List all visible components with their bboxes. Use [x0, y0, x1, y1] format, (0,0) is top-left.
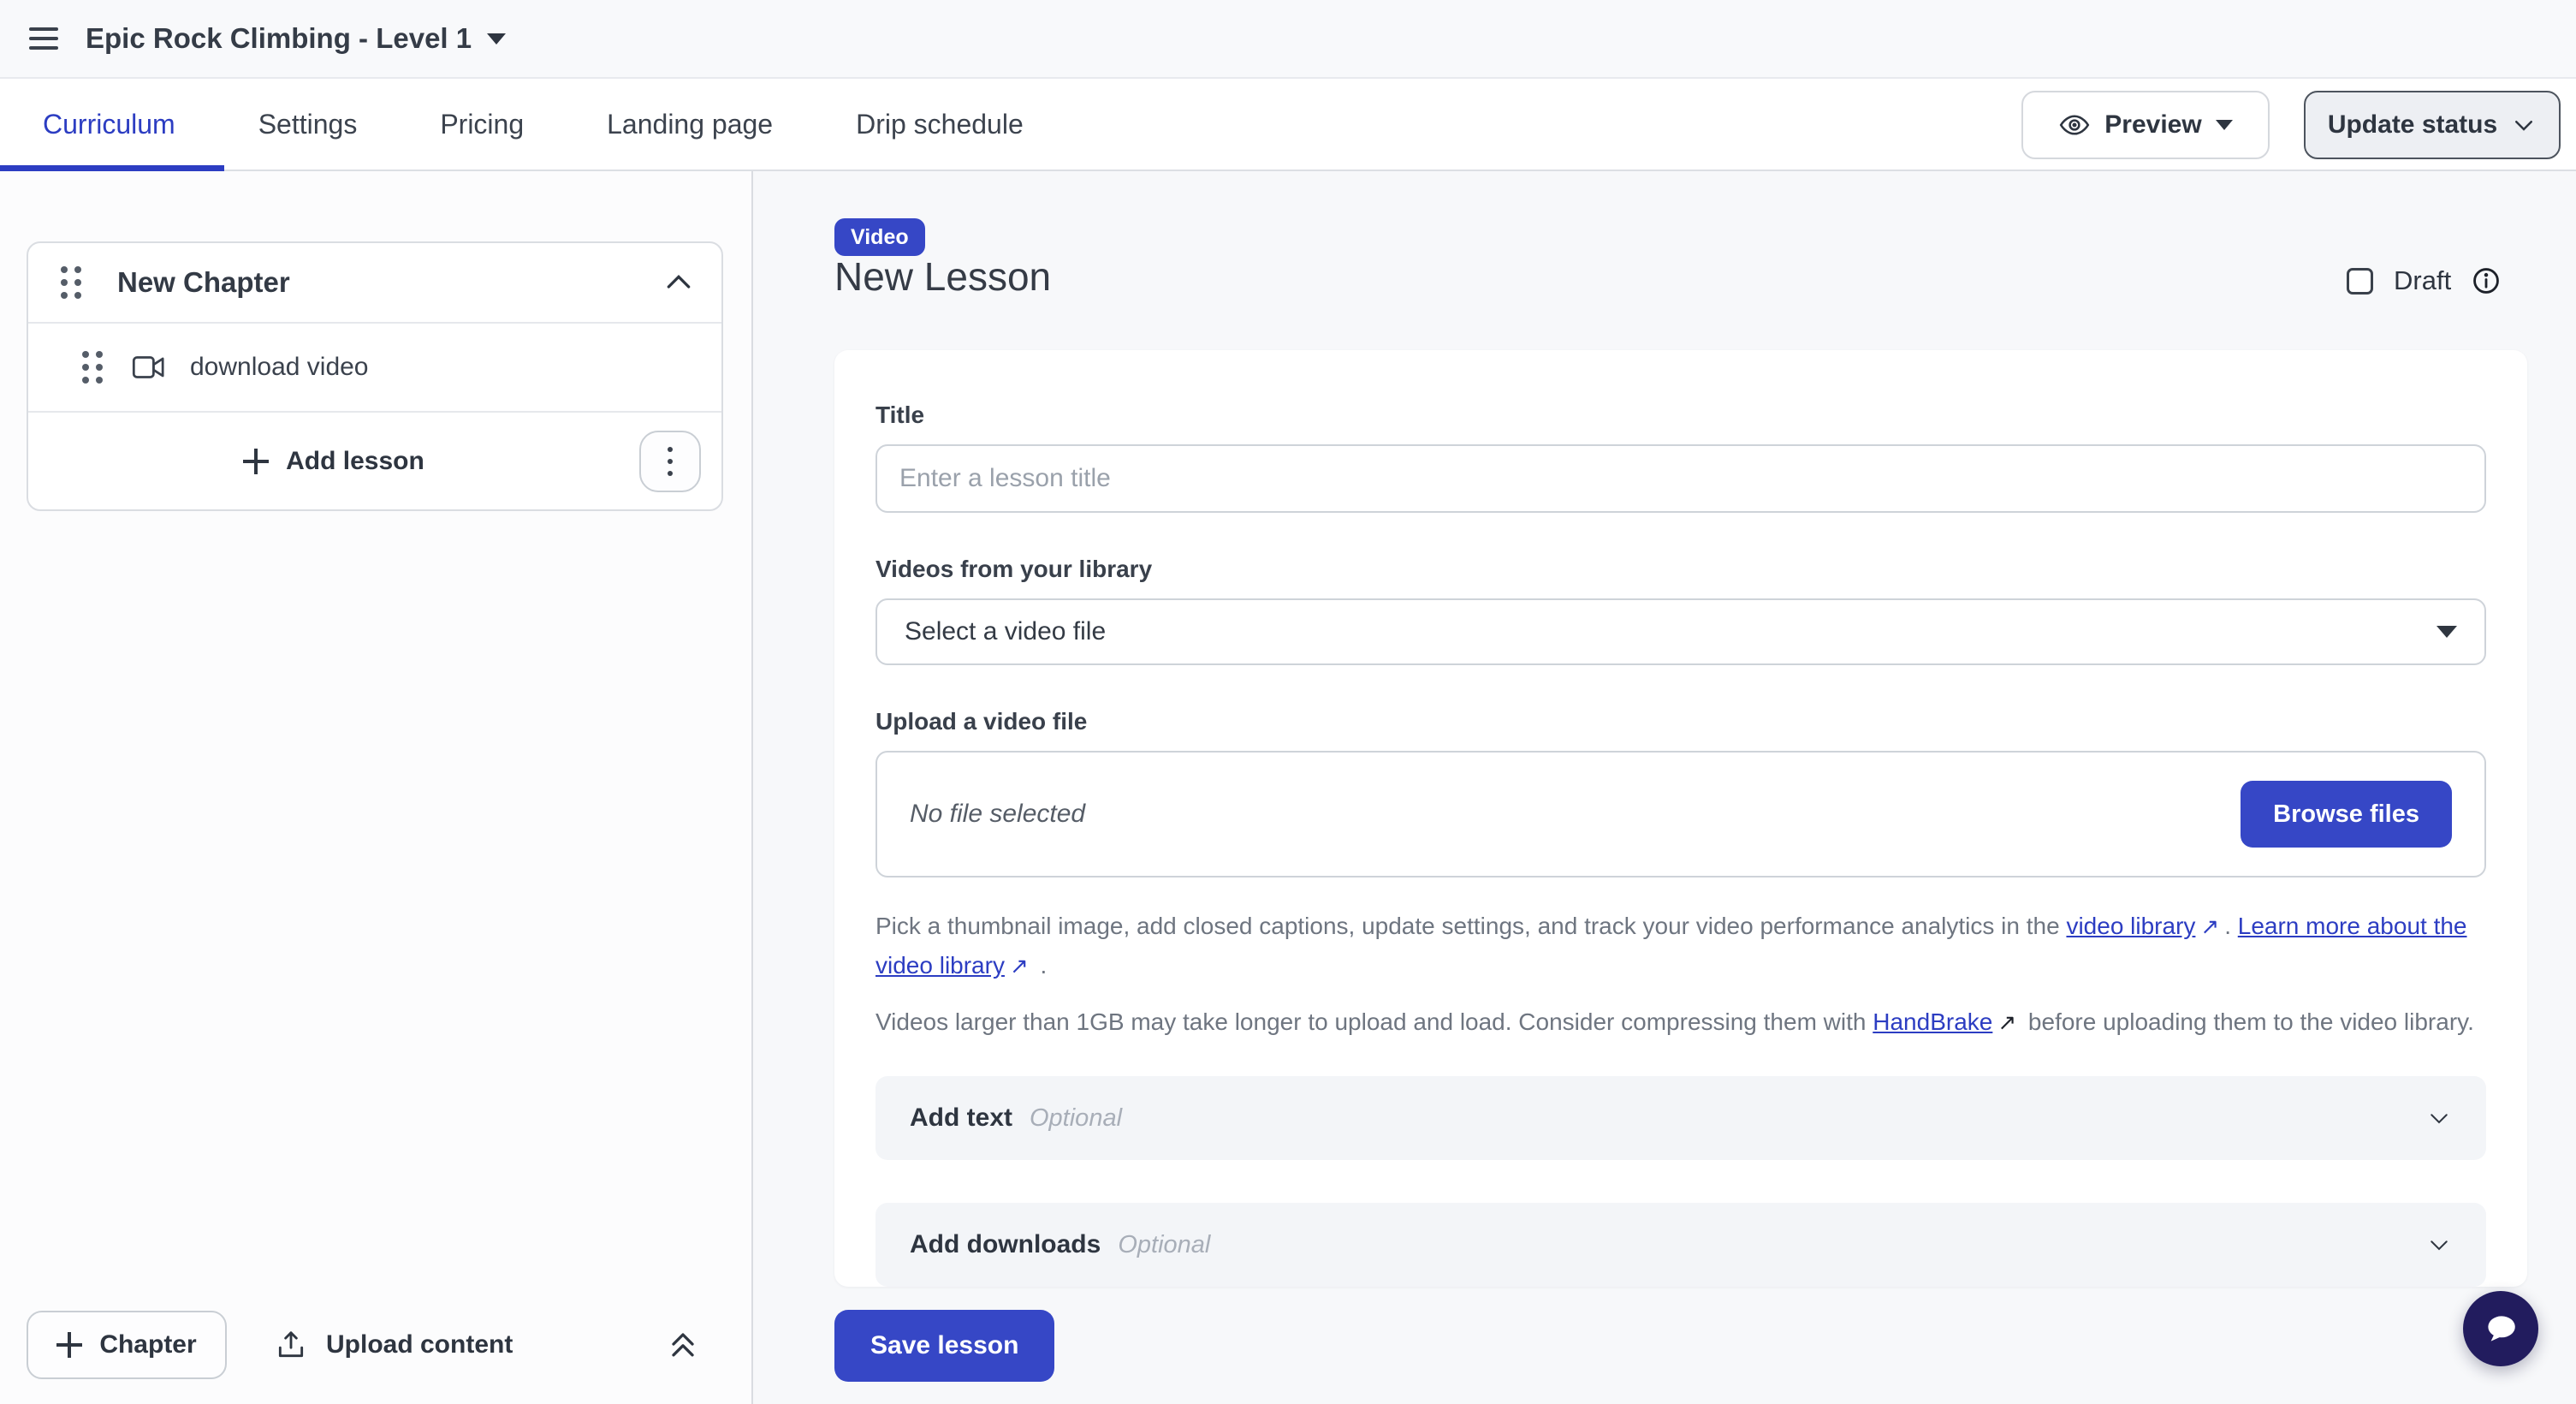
update-status-button-label: Update status — [2328, 110, 2497, 140]
eye-icon — [2058, 109, 2091, 141]
add-chapter-button[interactable]: Chapter — [27, 1311, 227, 1379]
caret-down-icon — [2216, 120, 2233, 130]
active-tab-underline — [0, 165, 224, 171]
lesson-title: download video — [190, 353, 369, 382]
lesson-editor: Video New Lesson Draft Title Videos from… — [753, 171, 2576, 1404]
course-title-label: Epic Rock Climbing - Level 1 — [86, 22, 472, 55]
caret-down-icon — [2437, 626, 2457, 638]
tab-pricing[interactable]: Pricing — [440, 109, 524, 140]
tab-list: Curriculum Settings Pricing Landing page… — [43, 79, 1024, 170]
chevron-down-icon — [2426, 1105, 2452, 1131]
update-status-button[interactable]: Update status — [2304, 91, 2561, 159]
lesson-form-card: Title Videos from your library Select a … — [834, 350, 2527, 1287]
add-lesson-label: Add lesson — [286, 447, 424, 476]
external-link-icon: ↗ — [1005, 953, 1034, 979]
add-downloads-label: Add downloads — [910, 1230, 1101, 1259]
help-text-segment: . — [1034, 952, 1048, 979]
lesson-title-input[interactable] — [875, 444, 2486, 513]
add-lesson-row: Add lesson — [28, 413, 721, 509]
upload-icon — [275, 1328, 307, 1362]
chevron-down-icon — [2426, 1232, 2452, 1258]
tab-landing-page[interactable]: Landing page — [607, 109, 773, 140]
title-field-label: Title — [875, 402, 2486, 429]
plus-icon — [56, 1332, 82, 1358]
tab-curriculum[interactable]: Curriculum — [43, 109, 175, 140]
tab-settings[interactable]: Settings — [258, 109, 358, 140]
hamburger-menu-icon[interactable] — [29, 27, 58, 50]
chat-bubble-icon — [2478, 1306, 2523, 1351]
video-camera-icon — [132, 354, 166, 381]
tabbar: Curriculum Settings Pricing Landing page… — [0, 79, 2576, 171]
upload-field-label: Upload a video file — [875, 708, 2486, 735]
plus-icon — [243, 449, 269, 474]
optional-badge: Optional — [1030, 1104, 1122, 1133]
add-text-label: Add text — [910, 1104, 1012, 1133]
sidebar-footer: Chapter Upload content — [0, 1309, 751, 1381]
help-text-segment: Videos larger than 1GB may take longer t… — [875, 1008, 1873, 1035]
compression-help-text: Videos larger than 1GB may take longer t… — [875, 1002, 2486, 1042]
video-library-select-value: Select a video file — [905, 617, 1106, 646]
chapter-header[interactable]: New Chapter — [28, 243, 721, 322]
drag-handle-icon[interactable] — [61, 266, 81, 299]
add-downloads-accordion[interactable]: Add downloads Optional — [875, 1203, 2486, 1287]
chevron-down-icon — [2511, 112, 2537, 138]
save-lesson-button[interactable]: Save lesson — [834, 1310, 1054, 1382]
course-title-dropdown[interactable]: Epic Rock Climbing - Level 1 — [86, 22, 506, 55]
chapter-title: New Chapter — [117, 266, 662, 299]
help-text-segment: Pick a thumbnail image, add closed capti… — [875, 913, 2066, 939]
preview-button-label: Preview — [2104, 110, 2201, 140]
draft-checkbox[interactable] — [2347, 268, 2373, 294]
info-icon[interactable] — [2472, 266, 2501, 295]
page-title: New Lesson — [834, 253, 1051, 300]
curriculum-sidebar: New Chapter download video Add lesson — [0, 171, 753, 1404]
topbar: Epic Rock Climbing - Level 1 — [0, 0, 2576, 79]
add-text-accordion[interactable]: Add text Optional — [875, 1076, 2486, 1160]
video-library-help-text: Pick a thumbnail image, add closed capti… — [875, 907, 2486, 985]
upload-dropzone[interactable]: No file selected Browse files — [875, 751, 2486, 878]
collapse-all-icon[interactable] — [664, 1324, 702, 1364]
add-chapter-label: Chapter — [99, 1330, 196, 1359]
chevron-up-icon[interactable] — [662, 265, 696, 300]
lesson-row[interactable]: download video — [28, 324, 721, 411]
add-lesson-button[interactable]: Add lesson — [28, 413, 639, 509]
kebab-icon — [668, 447, 673, 452]
help-text-segment: . — [2224, 913, 2238, 939]
chat-widget-button[interactable] — [2463, 1291, 2538, 1366]
preview-button[interactable]: Preview — [2021, 91, 2270, 159]
browse-files-button[interactable]: Browse files — [2241, 781, 2452, 848]
draft-toggle: Draft — [2347, 265, 2501, 296]
upload-empty-text: No file selected — [910, 800, 1085, 829]
optional-badge: Optional — [1118, 1231, 1210, 1259]
upload-content-button[interactable]: Upload content — [275, 1328, 513, 1362]
video-library-link[interactable]: video library — [2066, 913, 2195, 939]
video-library-select[interactable]: Select a video file — [875, 598, 2486, 665]
help-text-segment: before uploading them to the video libra… — [2021, 1008, 2474, 1035]
handbrake-link[interactable]: HandBrake — [1873, 1008, 1992, 1035]
upload-content-label: Upload content — [326, 1330, 513, 1359]
chapter-options-button[interactable] — [639, 431, 701, 492]
external-link-icon: ↗ — [1992, 1009, 2021, 1035]
tab-actions: Preview Update status — [2021, 91, 2561, 159]
lesson-type-badge: Video — [834, 218, 925, 256]
drag-handle-icon[interactable] — [82, 351, 103, 384]
chapter-card: New Chapter download video Add lesson — [27, 241, 723, 511]
library-field-label: Videos from your library — [875, 556, 2486, 583]
caret-down-icon — [487, 33, 506, 45]
tab-drip-schedule[interactable]: Drip schedule — [856, 109, 1024, 140]
course-builder-page: Epic Rock Climbing - Level 1 Curriculum … — [0, 0, 2576, 1404]
draft-label: Draft — [2394, 265, 2451, 296]
external-link-icon: ↗ — [2195, 913, 2224, 939]
